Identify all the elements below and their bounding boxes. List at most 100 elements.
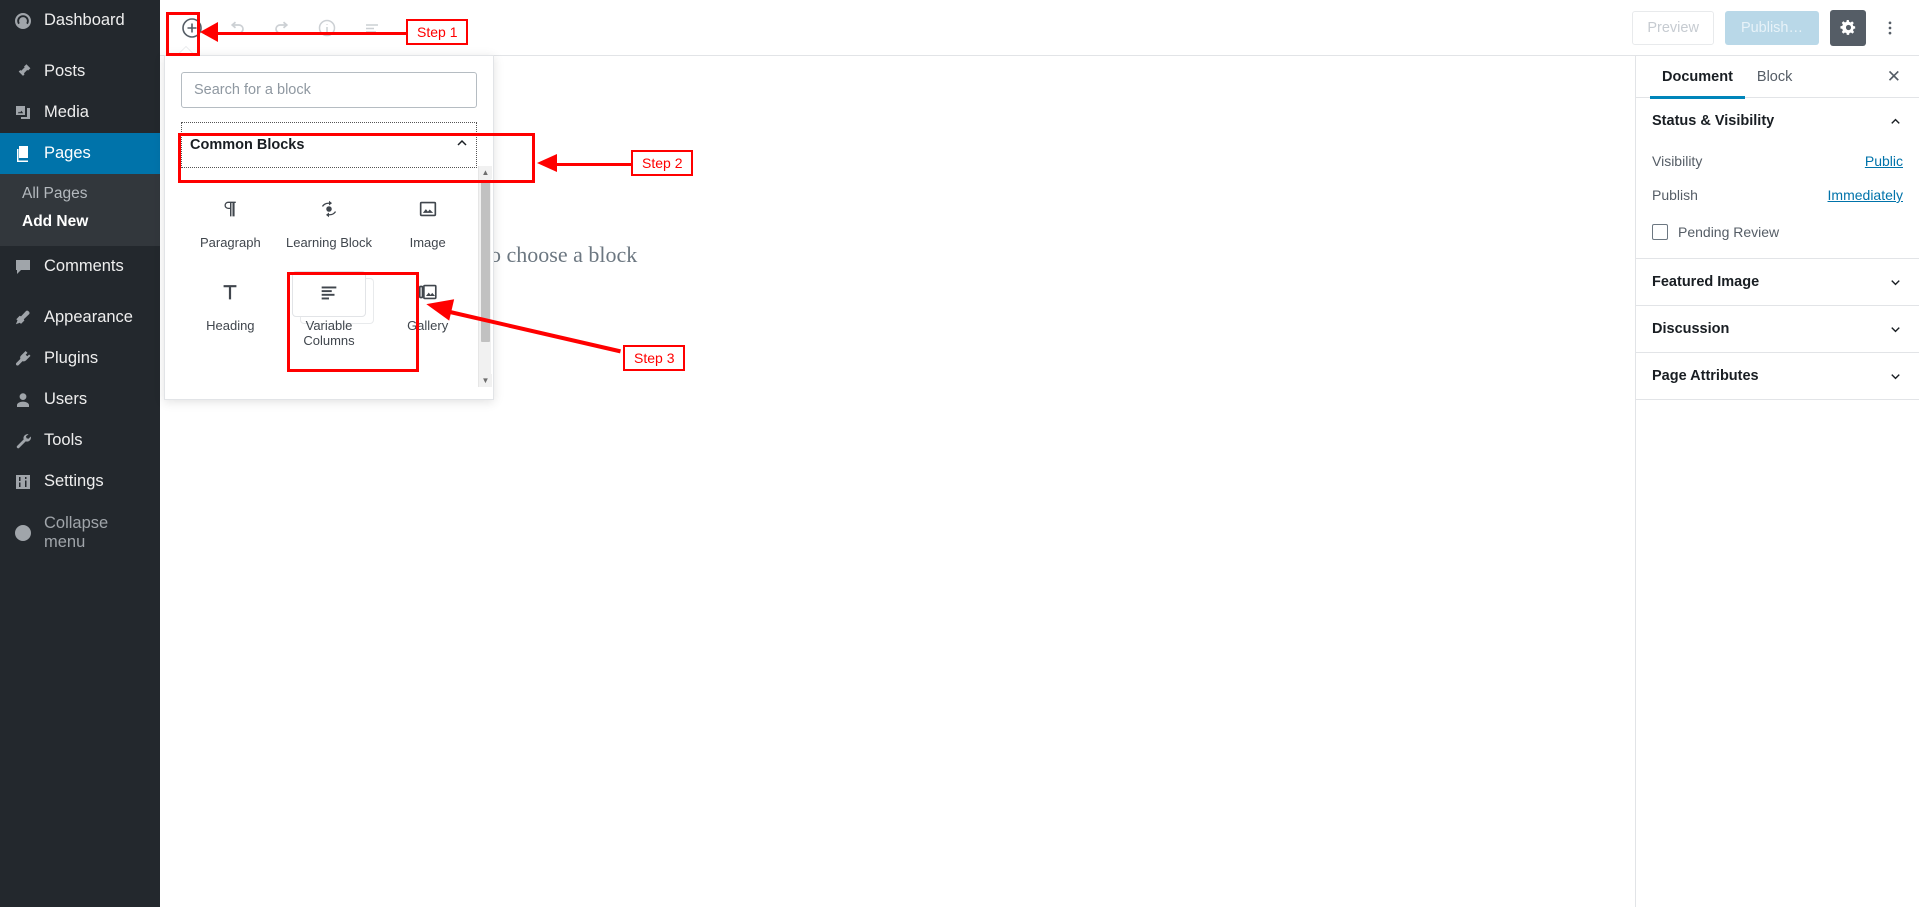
scroll-down-icon[interactable]: ▼	[479, 374, 492, 387]
admin-sidebar: Dashboard Posts Media Pages All Pages Ad…	[0, 0, 160, 907]
section-status-visibility[interactable]: Status & Visibility	[1636, 98, 1919, 144]
chevron-down-icon	[1888, 369, 1903, 384]
sidebar-item-label: Users	[44, 390, 88, 408]
pin-icon	[12, 61, 34, 83]
block-label: Paragraph	[199, 235, 261, 250]
section-title: Status & Visibility	[1652, 113, 1775, 129]
block-label: Image	[409, 235, 446, 250]
chevron-up-icon	[1888, 114, 1903, 129]
annotation-line-step2	[556, 163, 633, 166]
dashboard-icon	[12, 10, 34, 32]
settings-gear-icon[interactable]	[1830, 9, 1866, 46]
canvas-placeholder-text: o choose a block	[490, 242, 638, 267]
submenu-item-all-pages[interactable]: All Pages	[0, 180, 160, 208]
chevron-down-icon	[1888, 275, 1903, 290]
block-item-list[interactable]: List	[181, 363, 280, 381]
sidebar-item-label: Collapse menu	[44, 513, 109, 551]
info-icon[interactable]	[309, 10, 345, 46]
more-options-icon[interactable]	[1877, 10, 1903, 46]
block-item-paragraph[interactable]: Paragraph	[181, 182, 280, 261]
tab-document[interactable]: Document	[1650, 56, 1745, 99]
sidebar-item-media[interactable]: Media	[0, 92, 160, 133]
annotation-label-step1: Step 1	[406, 19, 469, 45]
appearance-icon	[12, 307, 34, 329]
annotation-arrowhead-step2	[537, 154, 557, 172]
row-label: Visibility	[1652, 153, 1703, 169]
divider	[1636, 399, 1919, 400]
sidebar-item-label: Posts	[44, 62, 86, 80]
section-discussion[interactable]: Discussion	[1636, 306, 1919, 352]
media-icon	[12, 102, 34, 124]
sidebar-item-tools[interactable]: Tools	[0, 420, 160, 461]
image-icon	[417, 196, 439, 222]
preview-button[interactable]: Preview	[1632, 10, 1714, 45]
editor-toolbar-right: Preview Publish…	[1632, 9, 1919, 46]
sidebar-item-collapse-menu[interactable]: Collapse menu	[0, 512, 160, 553]
tab-block[interactable]: Block	[1745, 56, 1804, 98]
plugins-icon	[12, 348, 34, 370]
section-featured-image[interactable]: Featured Image	[1636, 259, 1919, 305]
sidebar-item-label: Plugins	[44, 349, 99, 367]
redo-button[interactable]	[264, 10, 300, 46]
settings-tabs: Document Block ✕	[1636, 56, 1919, 99]
search-input[interactable]	[181, 72, 477, 108]
sidebar-item-plugins[interactable]: Plugins	[0, 338, 160, 379]
row-label: Publish	[1652, 187, 1698, 203]
sidebar-item-settings[interactable]: Settings	[0, 461, 160, 502]
sidebar-separator	[0, 502, 160, 512]
submenu-item-add-new[interactable]: Add New	[0, 208, 160, 236]
block-label: Learning Block	[285, 235, 372, 250]
block-navigation-icon[interactable]	[354, 10, 390, 46]
sidebar-item-pages[interactable]: Pages	[0, 133, 160, 174]
list-icon	[219, 377, 241, 381]
pending-review-checkbox[interactable]	[1652, 224, 1668, 240]
sidebar-item-label: Dashboard	[44, 11, 125, 29]
row-visibility: Visibility Public	[1636, 144, 1919, 178]
sidebar-item-label: Pages	[44, 144, 91, 162]
sidebar-item-dashboard[interactable]: Dashboard	[0, 0, 160, 41]
section-page-attributes[interactable]: Page Attributes	[1636, 353, 1919, 399]
sidebar-item-comments[interactable]: Comments	[0, 246, 160, 287]
visibility-value-link[interactable]: Public	[1865, 153, 1903, 169]
section-title: Discussion	[1652, 321, 1730, 337]
heading-icon	[219, 279, 241, 305]
undo-button[interactable]	[219, 10, 255, 46]
publish-button[interactable]: Publish…	[1724, 10, 1819, 45]
block-item-learning-block[interactable]: Learning Block	[280, 182, 379, 261]
inserter-search-wrap	[165, 56, 493, 118]
close-icon[interactable]: ✕	[1883, 67, 1905, 87]
submenu-label: Add New	[22, 213, 89, 230]
sidebar-item-label: Media	[44, 103, 89, 121]
quote-icon	[318, 377, 340, 381]
settings-icon	[12, 471, 34, 493]
tools-icon	[12, 430, 34, 452]
row-publish: Publish Immediately	[1636, 178, 1919, 212]
annotation-arrowhead-step1	[200, 22, 218, 42]
collapse-icon	[12, 522, 34, 544]
block-item-heading[interactable]: Heading	[181, 265, 280, 359]
sidebar-item-label: Tools	[44, 431, 83, 449]
block-item-image[interactable]: Image	[378, 182, 477, 261]
audio-icon	[417, 377, 439, 381]
sidebar-item-appearance[interactable]: Appearance	[0, 297, 160, 338]
users-icon	[12, 389, 34, 411]
sidebar-separator	[0, 287, 160, 297]
submenu-label: All Pages	[22, 185, 88, 202]
section-title: Featured Image	[1652, 274, 1760, 290]
inserter-scrollbar[interactable]: ▲ ▼	[478, 166, 492, 387]
sidebar-item-posts[interactable]: Posts	[0, 51, 160, 92]
pages-icon	[12, 143, 34, 165]
sidebar-item-users[interactable]: Users	[0, 379, 160, 420]
sidebar-item-label: Appearance	[44, 308, 133, 326]
annotation-label-step3: Step 3	[623, 345, 686, 371]
pages-submenu: All Pages Add New	[0, 174, 160, 246]
publish-value-link[interactable]: Immediately	[1828, 187, 1903, 203]
paragraph-icon	[219, 196, 241, 222]
sidebar-separator	[0, 41, 160, 51]
pending-review-row[interactable]: Pending Review	[1636, 212, 1919, 258]
learning-block-icon	[318, 196, 340, 222]
annotation-box-step1	[166, 12, 200, 56]
chevron-down-icon	[1888, 322, 1903, 337]
comments-icon	[12, 256, 34, 278]
section-title: Page Attributes	[1652, 368, 1759, 384]
